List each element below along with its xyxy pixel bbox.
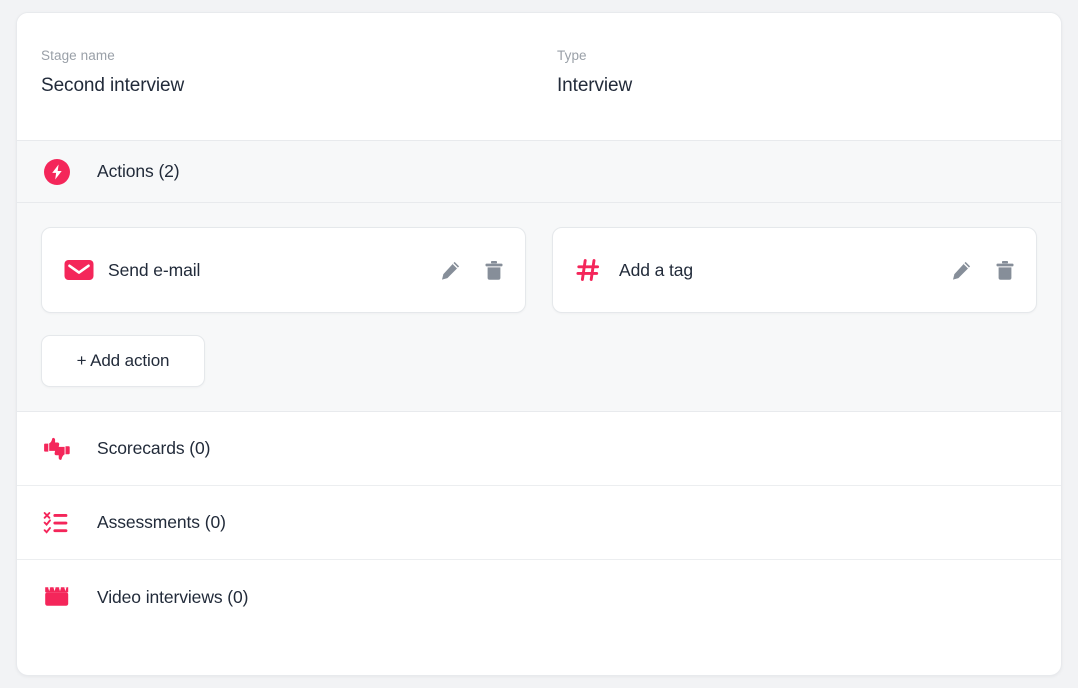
checklist-icon — [41, 509, 73, 537]
clapperboard-icon — [41, 583, 73, 611]
add-action-button[interactable]: + Add action — [41, 335, 205, 387]
trash-icon[interactable] — [483, 259, 505, 281]
pencil-icon[interactable] — [439, 259, 461, 281]
stage-name-label: Stage name — [41, 47, 533, 65]
envelope-icon — [64, 258, 98, 282]
sidebar-row-assessments[interactable]: Assessments (0) — [17, 486, 1061, 560]
row-label: Video interviews (0) — [97, 587, 248, 608]
actions-section-header[interactable]: Actions (2) — [17, 141, 1061, 203]
stage-detail-card: Stage name Second interview Type Intervi… — [16, 12, 1062, 676]
action-label: Add a tag — [619, 260, 950, 281]
action-card-send-email[interactable]: Send e-mail — [41, 227, 526, 313]
stage-type-label: Type — [557, 47, 632, 65]
lightning-bolt-icon — [41, 159, 73, 185]
sidebar-row-video-interviews[interactable]: Video interviews (0) — [17, 560, 1061, 634]
stage-name-value: Second interview — [41, 73, 533, 99]
actions-section-title: Actions (2) — [97, 161, 180, 182]
hash-tag-icon — [575, 257, 609, 283]
action-tools — [950, 259, 1016, 281]
pencil-icon[interactable] — [950, 259, 972, 281]
action-card-add-tag[interactable]: Add a tag — [552, 227, 1037, 313]
stage-type-field: Type Interview — [533, 47, 632, 99]
stage-name-field: Stage name Second interview — [17, 47, 533, 99]
trash-icon[interactable] — [994, 259, 1016, 281]
row-label: Assessments (0) — [97, 512, 226, 533]
thumbs-updown-icon — [41, 435, 73, 463]
row-label: Scorecards (0) — [97, 438, 210, 459]
stage-summary: Stage name Second interview Type Intervi… — [17, 13, 1061, 141]
action-tools — [439, 259, 505, 281]
sidebar-row-scorecards[interactable]: Scorecards (0) — [17, 412, 1061, 486]
stage-type-value: Interview — [557, 73, 632, 99]
action-card-list: Send e-mail — [41, 227, 1037, 313]
actions-body: Send e-mail — [17, 203, 1061, 412]
action-label: Send e-mail — [108, 260, 439, 281]
